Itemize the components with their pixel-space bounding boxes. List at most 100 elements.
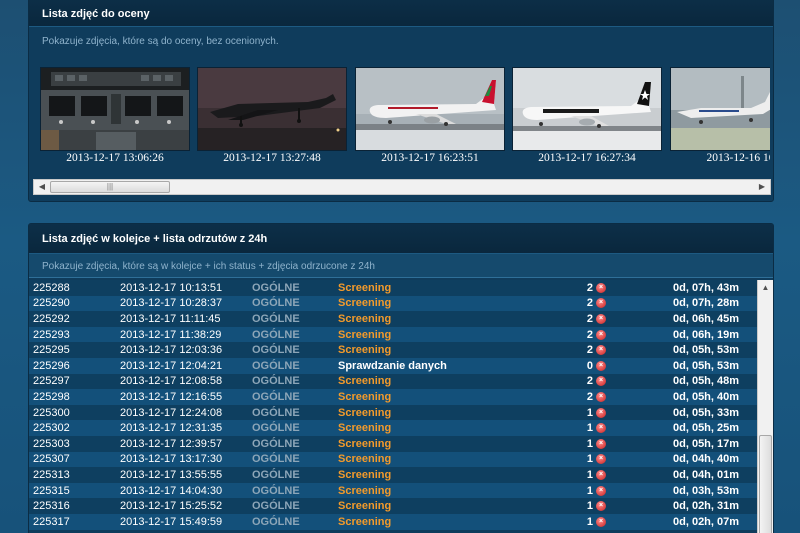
x-circle-icon: × [596,360,606,371]
time-in-queue: 0d, 05h, 17m [673,437,740,450]
submit-date: 2013-12-17 13:17:30 [120,453,223,466]
reject-count: 1 [586,515,593,528]
table-row[interactable]: 225303 2013-12-17 12:39:57 OGÓLNE Screening… [29,435,757,452]
photo-thumbnail-strip: 2013-12-17 13:06:26 2013-12-17 13:27:48 [40,67,770,167]
table-row[interactable]: 225315 2013-12-17 14:04:30 OGÓLNE Screening… [29,482,757,499]
submit-date: 2013-12-17 11:11:45 [120,312,221,325]
table-row[interactable]: 225316 2013-12-17 15:25:52 OGÓLNE Screening… [29,498,757,514]
photo-image-turboprop[interactable] [197,67,347,151]
table-row[interactable]: 225292 2013-12-17 11:11:45 OGÓLNE Screening… [29,311,757,327]
time-in-queue: 0d, 05h, 48m [673,375,740,388]
submit-date: 2013-12-17 12:08:58 [120,375,223,388]
submit-date: 2013-12-17 12:39:57 [120,437,223,450]
photo-id: 225292 [33,312,70,325]
category: OGÓLNE [252,375,300,388]
scrollbar-thumb[interactable]: ||| [50,181,170,193]
table-row[interactable]: 225307 2013-12-17 13:17:30 OGÓLNE Screening… [29,451,757,468]
horizontal-scrollbar[interactable]: ◀ ||| ▶ [33,179,771,195]
submit-date: 2013-12-17 14:04:30 [120,484,223,497]
status: Screening [338,468,392,481]
category: OGÓLNE [252,359,300,372]
reject-count: 2 [586,281,593,294]
table-row[interactable]: 225298 2013-12-17 12:16:55 OGÓLNE Screening… [29,389,757,405]
photo-image-star-alliance[interactable] [512,67,662,151]
photo-date: 2013-12-17 16:23:51 [381,152,479,164]
table-row[interactable]: 225297 2013-12-17 12:08:58 OGÓLNE Screening… [29,373,757,390]
submit-date: 2013-12-17 13:55:55 [120,468,223,481]
table-row[interactable]: 225295 2013-12-17 12:03:36 OGÓLNE Screening… [29,342,757,358]
submit-date: 2013-12-17 11:38:29 [120,328,222,341]
status: Sprawdzanie danych [338,359,447,372]
category: OGÓLNE [252,328,300,341]
vertical-scrollbar[interactable]: ▲ [757,280,773,533]
queue-table: 225288 2013-12-17 10:13:51 OGÓLNE Screening… [29,280,757,533]
table-row[interactable]: 225302 2013-12-17 12:31:35 OGÓLNE Screening… [29,420,757,436]
panel-title: Lista zdjęć do oceny [29,0,773,27]
table-row[interactable]: 225293 2013-12-17 11:38:29 OGÓLNE Screening… [29,326,757,343]
photo-id: 225288 [33,281,70,294]
category: OGÓLNE [252,422,300,435]
time-in-queue: 0d, 06h, 45m [673,312,740,325]
photo-date: 2013-12-17 16:27:34 [538,152,636,164]
reject-count: 2 [586,297,593,310]
panel-title: Lista zdjęć w kolejce + lista odrzutów z… [29,224,773,254]
x-circle-icon: × [596,329,606,340]
reject-count: 2 [586,344,593,357]
status: Screening [338,437,392,450]
status: Screening [338,500,392,513]
arrow-up-icon[interactable]: ▲ [758,280,773,295]
submit-date: 2013-12-17 15:25:52 [120,500,223,513]
status: Screening [338,375,392,388]
arrow-right-icon[interactable]: ▶ [754,180,770,194]
status: Screening [338,406,392,419]
time-in-queue: 0d, 05h, 53m [673,359,740,372]
photo-thumbnail[interactable]: 2013-12-17 13:06:26 [40,67,190,167]
status: Screening [338,344,392,357]
photo-thumbnail[interactable]: 2013-12-17 13:27:48 [197,67,347,167]
x-circle-icon: × [596,298,606,309]
photo-id: 225298 [33,390,70,403]
submit-date: 2013-12-17 10:28:37 [120,297,223,310]
photo-id: 225315 [33,484,70,497]
category: OGÓLNE [252,437,300,450]
time-in-queue: 0d, 04h, 01m [673,468,740,481]
photo-thumbnail[interactable]: 2013-12-17 16:27:34 [512,67,662,167]
table-row[interactable]: 225296 2013-12-17 12:04:21 OGÓLNE Sprawdzan… [29,357,757,374]
reject-count: 2 [586,390,593,403]
time-in-queue: 0d, 03h, 53m [673,484,740,497]
photo-image-cockpit[interactable] [40,67,190,151]
photo-date: 2013-12-17 13:06:26 [66,152,164,164]
photo-id: 225313 [33,468,70,481]
status: Screening [338,453,392,466]
photo-thumbnail[interactable]: 2013-12-17 16:23:51 [355,67,505,167]
time-in-queue: 0d, 07h, 28m [673,297,740,310]
panel-description: Pokazuje zdjęcia, które są do oceny, bez… [42,36,279,47]
category: OGÓLNE [252,312,300,325]
photo-id: 225300 [33,406,70,419]
status: Screening [338,515,392,528]
photo-id: 225295 [33,344,70,357]
reject-count: 1 [586,484,593,497]
table-row[interactable]: 225300 2013-12-17 12:24:08 OGÓLNE Screening… [29,404,757,421]
table-row[interactable]: 225288 2013-12-17 10:13:51 OGÓLNE Screening… [29,280,757,296]
table-row[interactable]: 225313 2013-12-17 13:55:55 OGÓLNE Screening… [29,467,757,483]
category: OGÓLNE [252,515,300,528]
photo-image-business-jet[interactable] [670,67,770,151]
photo-id: 225303 [33,437,70,450]
status: Screening [338,484,392,497]
photo-thumbnail[interactable]: 2013-12-16 16:0 [670,67,770,167]
photo-date: 2013-12-16 16:0 [706,152,771,164]
photos-to-rate-panel: Lista zdjęć do oceny Pokazuje zdjęcia, k… [28,0,774,202]
photo-image-emirates[interactable] [355,67,505,151]
table-row[interactable]: 225317 2013-12-17 15:49:59 OGÓLNE Screening… [29,513,757,530]
photo-date: 2013-12-17 13:27:48 [223,152,321,164]
time-in-queue: 0d, 05h, 25m [673,422,740,435]
table-row[interactable]: 225290 2013-12-17 10:28:37 OGÓLNE Screening… [29,295,757,312]
arrow-left-icon[interactable]: ◀ [34,180,50,194]
scrollbar-thumb[interactable] [759,435,772,533]
photo-id: 225317 [33,515,70,528]
submit-date: 2013-12-17 12:03:36 [120,344,223,357]
submit-date: 2013-12-17 12:24:08 [120,406,223,419]
status: Screening [338,390,392,403]
category: OGÓLNE [252,484,300,497]
